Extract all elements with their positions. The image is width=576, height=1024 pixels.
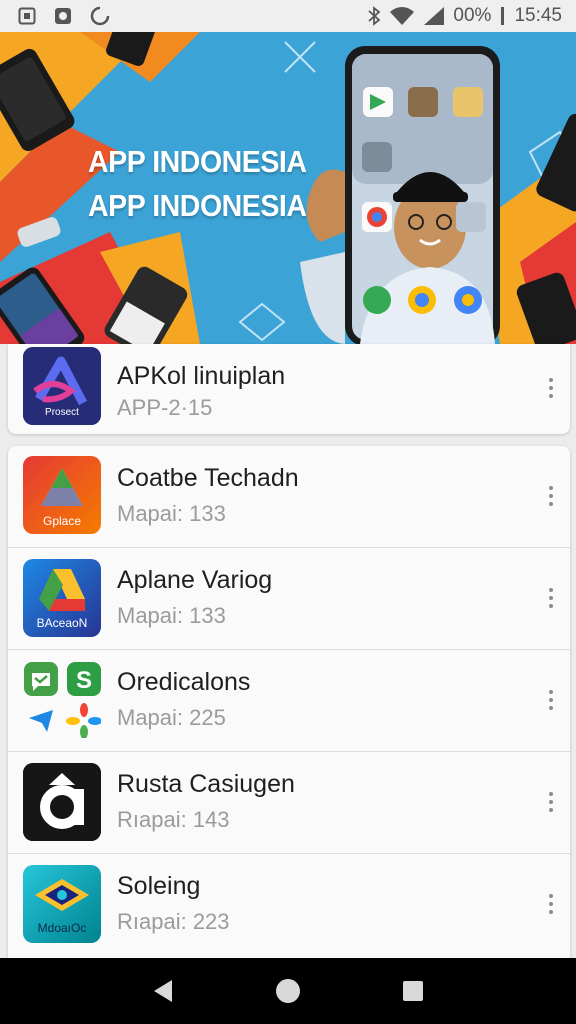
screenshot-icon: [18, 7, 36, 25]
list-item[interactable]: Prosect APKol linuiplan APP-2·15: [8, 344, 570, 434]
more-options-icon[interactable]: [548, 486, 554, 506]
list-item[interactable]: Rusta Casiugen Rıapai: 143: [8, 752, 570, 854]
more-options-icon[interactable]: [548, 588, 554, 608]
list-item[interactable]: Gplace Coatbe Techadn Mapai: 133: [8, 446, 570, 548]
list-item[interactable]: S Oredicalons Mapai: 225: [8, 650, 570, 752]
more-options-icon[interactable]: [548, 378, 554, 398]
app-subtitle: Mapai: 225: [117, 705, 226, 730]
list-item[interactable]: MdoaıOc Soleing Rıapai: 223: [8, 854, 570, 956]
stylized-a-icon: Prosect: [23, 347, 101, 425]
clock: 15:45: [514, 5, 562, 26]
app-name: Soleing: [117, 872, 201, 900]
app-name: Oredicalons: [117, 668, 251, 696]
drive-logo-icon: BAceaoN: [23, 559, 101, 637]
app-name: Rusta Casiugen: [117, 770, 295, 798]
more-options-icon[interactable]: [548, 894, 554, 914]
more-options-icon[interactable]: [548, 690, 554, 710]
app-screen: 00% 15:45 APP INDONESIA APP INDONESIA Pr…: [0, 0, 576, 1024]
bluetooth-icon: [367, 6, 381, 26]
banner-title-line-1: APP INDONESIA: [88, 144, 307, 179]
status-bar: 00% 15:45: [0, 0, 576, 32]
icon-label: Gplace: [42, 514, 82, 528]
back-icon[interactable]: [143, 971, 183, 1011]
sync-icon: [90, 6, 110, 26]
home-icon[interactable]: [268, 971, 308, 1011]
eye-logo-icon: MdoaıOc: [23, 865, 101, 943]
app-subtitle: Mapai: 133: [117, 501, 226, 526]
icon-label: Prosect: [45, 407, 79, 418]
battery-icon: [501, 7, 505, 25]
app-subtitle: Rıapai: 223: [117, 909, 230, 934]
media-icon: [54, 7, 72, 25]
promo-banner[interactable]: APP INDONESIA APP INDONESIA: [0, 32, 576, 344]
wifi-icon: [389, 6, 415, 26]
app-name: APKol linuiplan: [117, 362, 286, 390]
app-name: Aplane Variog: [117, 566, 273, 594]
a-letter-icon: [23, 763, 101, 841]
app-subtitle: APP-2·15: [117, 395, 213, 420]
app-name: Coatbe Techadn: [117, 464, 299, 492]
more-options-icon[interactable]: [548, 792, 554, 812]
list-item[interactable]: BAceaoN Aplane Variog Mapai: 133: [8, 548, 570, 650]
banner-title-line-2: APP INDONESIA: [88, 188, 307, 223]
triangle-logo-icon: Gplace: [23, 456, 101, 534]
app-subtitle: Mapai: 133: [117, 603, 226, 628]
app-cluster-icon: S: [23, 660, 101, 738]
battery-percent: 00%: [453, 5, 492, 26]
recents-icon[interactable]: [393, 971, 433, 1011]
signal-icon: [423, 6, 445, 26]
icon-label: MdoaıOc: [37, 921, 87, 935]
app-list-group: Gplace Coatbe Techadn Mapai: 133 BAceaoN: [8, 446, 570, 958]
app-subtitle: Rıapai: 143: [117, 807, 230, 832]
icon-label: BAceaoN: [36, 616, 88, 630]
navigation-bar: [0, 958, 576, 1024]
svg-text:S: S: [76, 667, 92, 694]
banner-title: APP INDONESIA APP INDONESIA: [88, 140, 307, 228]
